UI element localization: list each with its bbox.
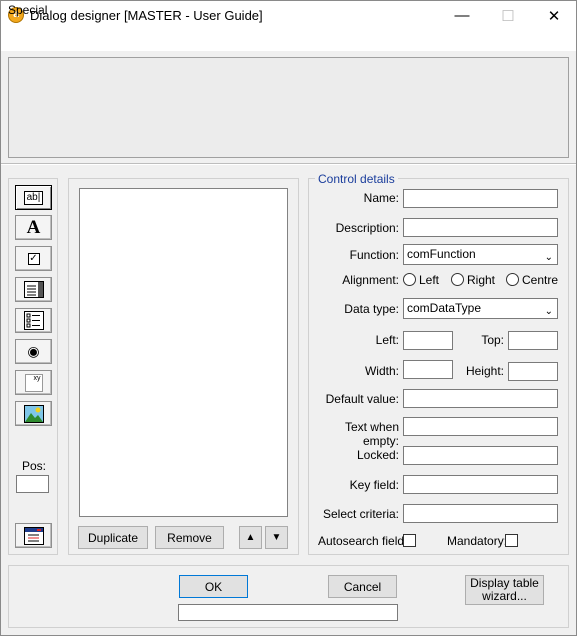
display-table-wizard-button[interactable]: Display table wizard... — [465, 575, 544, 605]
picture-tool[interactable] — [15, 401, 52, 426]
checkbox-tool[interactable]: ✓ — [15, 246, 52, 271]
datatype-select-value: comDataType — [407, 301, 482, 315]
value-field-tool-icon: xy — [24, 373, 43, 392]
window-title: Dialog designer [MASTER - User Guide] — [30, 8, 263, 23]
description-input[interactable] — [403, 218, 558, 237]
width-input[interactable] — [403, 360, 453, 379]
cancel-button[interactable]: Cancel — [328, 575, 397, 598]
autosearch-label: Autosearch field: — [318, 534, 408, 548]
select-criteria-label: Select criteria: — [322, 507, 399, 521]
menu-bar — [0, 31, 577, 51]
top-input[interactable] — [508, 331, 558, 350]
align-centre-label: Centre — [522, 273, 559, 287]
listbox-tool-icon — [23, 281, 44, 298]
maximize-button: ☐ — [501, 7, 515, 25]
dialog-preview-area[interactable] — [8, 57, 569, 158]
function-label: Function: — [349, 248, 399, 262]
combo-list-tool-icon — [23, 311, 44, 330]
pos-input[interactable] — [16, 475, 49, 493]
arrow-up-icon: ▲ — [245, 532, 256, 543]
progress-bar — [178, 604, 398, 621]
mandatory-label: Mandatory: — [447, 534, 508, 548]
align-right-label: Right — [467, 273, 496, 287]
mandatory-checkbox[interactable] — [505, 534, 518, 547]
wizard-button-label-line2: wizard... — [482, 589, 527, 603]
menu-tool[interactable] — [15, 523, 52, 548]
chevron-down-icon: ⌄ — [544, 306, 553, 317]
height-label: Height: — [465, 364, 504, 378]
pos-label: Pos: — [22, 459, 47, 473]
datatype-label: Data type: — [344, 302, 399, 316]
picture-tool-icon — [23, 404, 44, 423]
text-when-empty-input[interactable] — [403, 417, 558, 436]
duplicate-button[interactable]: Duplicate — [78, 526, 148, 549]
minimize-button[interactable]: — — [439, 0, 485, 31]
left-label: Left: — [375, 333, 399, 347]
top-label: Top: — [481, 333, 504, 347]
function-select[interactable]: comFunction ⌄ — [403, 244, 558, 265]
select-criteria-input[interactable] — [403, 504, 558, 523]
radio-tool[interactable]: ◉ — [15, 339, 52, 364]
alignment-label: Alignment: — [342, 273, 399, 287]
control-details-title: Control details — [315, 172, 398, 186]
text-field-tool-icon: ab| — [23, 190, 44, 205]
key-field-label: Key field: — [349, 478, 399, 492]
function-select-value: comFunction — [407, 247, 476, 261]
remove-button[interactable]: Remove — [155, 526, 224, 549]
name-label: Name: — [363, 191, 399, 205]
move-down-button[interactable]: ▼ — [265, 526, 288, 549]
arrow-down-icon: ▼ — [271, 532, 282, 543]
left-input[interactable] — [403, 331, 453, 350]
datatype-select[interactable]: comDataType ⌄ — [403, 298, 558, 319]
menu-tool-icon — [23, 526, 44, 545]
description-label: Description: — [335, 221, 399, 235]
align-left-label: Left — [419, 273, 440, 287]
divider-highlight — [0, 164, 577, 165]
key-field-input[interactable] — [403, 475, 558, 494]
default-value-input[interactable] — [403, 389, 558, 408]
align-right-radio[interactable] — [451, 273, 464, 286]
listbox-tool[interactable] — [15, 277, 52, 302]
menu-special[interactable]: Special — [8, 3, 47, 17]
label-tool[interactable]: A — [15, 215, 52, 240]
width-label: Width: — [364, 364, 399, 378]
combo-list-tool[interactable] — [15, 308, 52, 333]
text-field-tool[interactable]: ab| — [15, 185, 52, 210]
align-left-radio[interactable] — [403, 273, 416, 286]
controls-listbox[interactable] — [79, 188, 288, 517]
text-when-empty-label: Text when empty: — [344, 420, 399, 448]
checkbox-tool-icon: ✓ — [27, 252, 40, 265]
autosearch-checkbox[interactable] — [403, 534, 416, 547]
close-button[interactable]: ✕ — [531, 0, 577, 31]
move-up-button[interactable]: ▲ — [239, 526, 262, 549]
locked-input[interactable] — [403, 446, 558, 465]
height-input[interactable] — [508, 362, 558, 381]
radio-tool-icon: ◉ — [27, 343, 40, 359]
locked-label: Locked: — [356, 448, 399, 462]
value-field-tool[interactable]: xy — [15, 370, 52, 395]
chevron-down-icon: ⌄ — [544, 252, 553, 263]
default-value-label: Default value: — [325, 392, 399, 406]
align-centre-radio[interactable] — [506, 273, 519, 286]
ok-button[interactable]: OK — [179, 575, 248, 598]
name-input[interactable] — [403, 189, 558, 208]
label-tool-icon: A — [26, 216, 41, 238]
